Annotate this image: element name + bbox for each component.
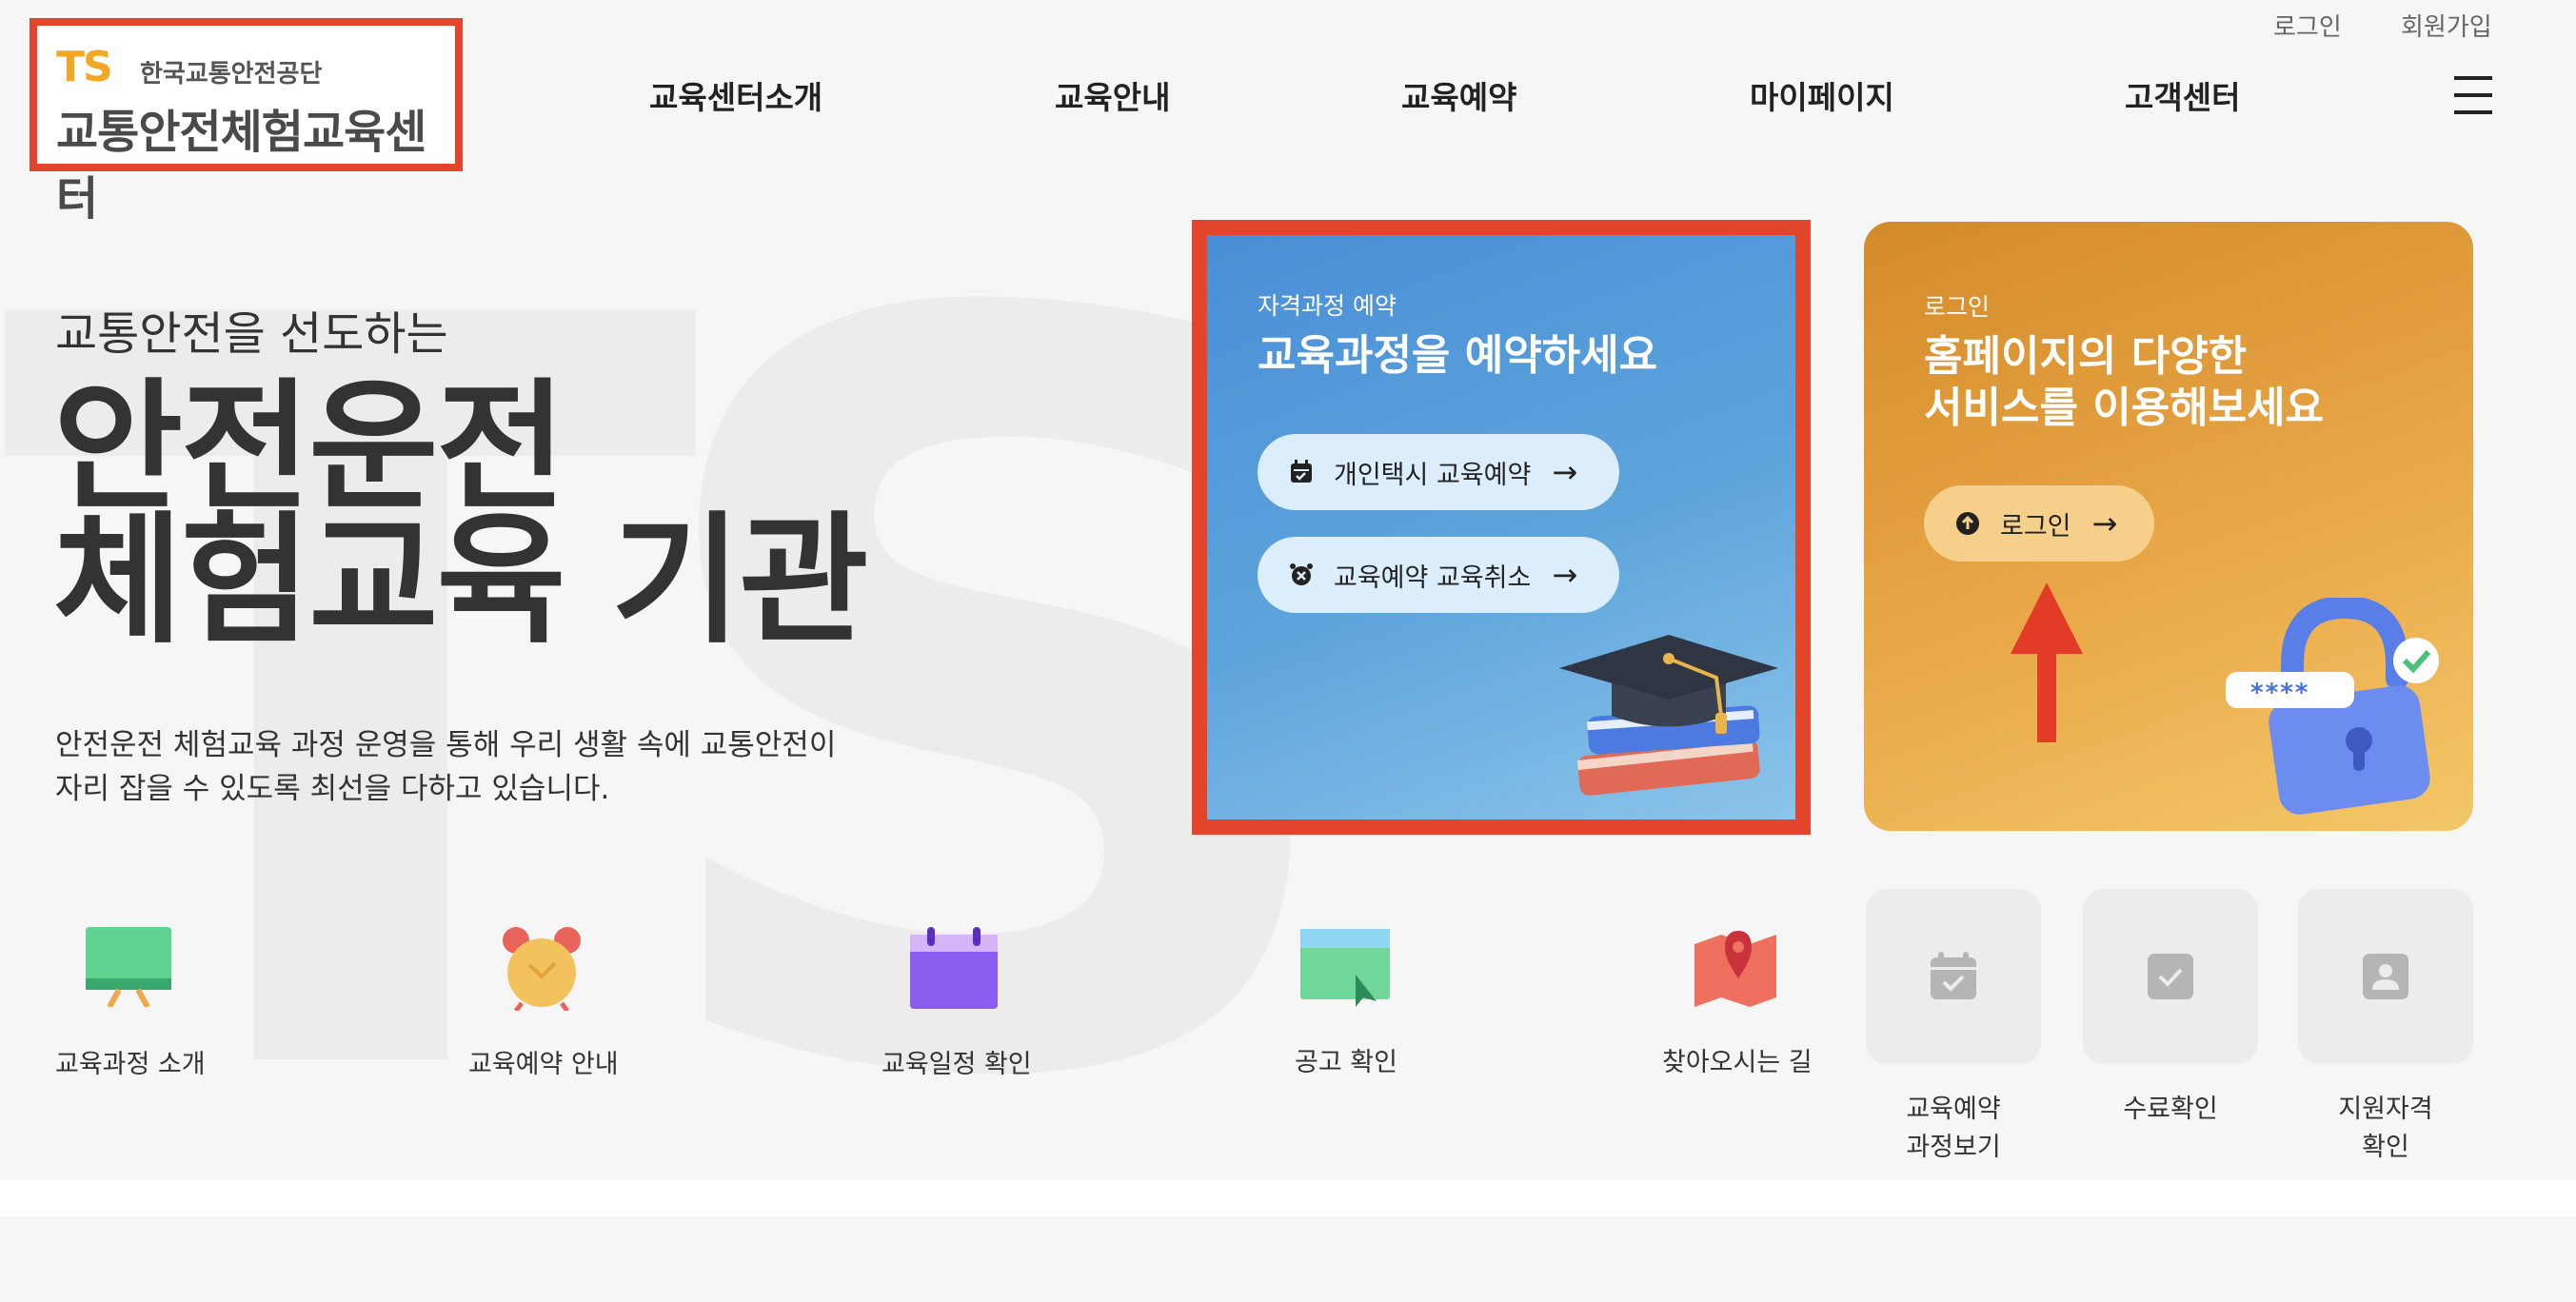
tile-course-view-label[interactable]: 교육예약 과정보기 <box>1849 1091 2058 1167</box>
graduation-cap-books-illustration <box>1559 635 1778 796</box>
logo-org-name: 한국교통안전공단 <box>140 60 323 89</box>
notice-board-icon <box>1300 929 1390 1007</box>
login-button[interactable]: 로그인 → <box>1924 485 2154 562</box>
reservation-card-heading: 교육과정을 예약하세요 <box>1258 331 1658 380</box>
arrow-up-circle-icon <box>1956 512 1979 535</box>
login-link[interactable]: 로그인 <box>2273 8 2342 43</box>
tile-eligibility-check[interactable] <box>2298 889 2473 1064</box>
padlock-illustration <box>2226 598 2439 815</box>
arrow-right-icon: → <box>1552 454 1578 490</box>
hamburger-icon[interactable] <box>2454 76 2492 116</box>
login-card-heading: 홈페이지의 다양한 서비스를 이용해보세요 <box>1924 331 2324 434</box>
login-card-heading-line2: 서비스를 이용해보세요 <box>1924 384 2325 432</box>
quick-menu-course-intro[interactable]: 교육과정 소개 <box>55 1043 206 1080</box>
taxi-reservation-button[interactable]: 개인택시 교육예약 → <box>1258 434 1619 510</box>
calendar-icon <box>1291 460 1312 483</box>
calendar-icon <box>910 927 998 1009</box>
signup-link[interactable]: 회원가입 <box>2401 8 2492 43</box>
hero-title-line2: 체험교육 기관 <box>53 499 868 662</box>
tile-course-view[interactable] <box>1866 889 2041 1064</box>
hero-description: 안전운전 체험교육 과정 운영을 통해 우리 생활 속에 교통안전이 자리 잡을… <box>55 723 836 811</box>
page-bottom-area <box>0 1180 2576 1216</box>
calendar-check-icon <box>1931 952 1976 999</box>
hero-title-line1: 안전운전 <box>53 365 566 529</box>
hero-desc-line2: 자리 잡을 수 있도록 최선을 다하고 있습니다. <box>55 772 610 806</box>
nav-item-mypage[interactable]: 마이페이지 <box>1750 72 1894 118</box>
user-card-icon <box>2363 954 2408 999</box>
arrow-right-icon: → <box>1552 557 1578 593</box>
quick-menu-schedule-check[interactable]: 교육일정 확인 <box>882 1043 1032 1080</box>
taxi-reservation-label: 개인택시 교육예약 <box>1334 460 1532 490</box>
password-mask-text: **** <box>2250 679 2310 707</box>
hero-title: 안전운전 체험교육 기관 <box>53 365 868 662</box>
annotation-arrow-icon <box>2011 582 2083 742</box>
tile-completion-check-label[interactable]: 수료확인 <box>2066 1091 2275 1129</box>
reservation-card-category: 자격과정 예약 <box>1258 292 1397 320</box>
tile-eligibility-check-label[interactable]: 지원자격 확인 <box>2281 1091 2490 1167</box>
quick-menu-directions[interactable]: 찾아오시는 길 <box>1662 1041 1813 1078</box>
map-pin-icon <box>1694 931 1776 1007</box>
hero-subtitle: 교통안전을 선도하는 <box>55 307 448 361</box>
login-card-heading-line1: 홈페이지의 다양한 <box>1924 332 2248 381</box>
reservation-card[interactable]: 자격과정 예약 교육과정을 예약하세요 개인택시 교육예약 → 교육예약 교육취… <box>1207 235 1795 819</box>
cancel-reservation-label: 교육예약 교육취소 <box>1334 562 1532 593</box>
arrow-right-icon: → <box>2091 505 2118 542</box>
nav-item-education-reservation[interactable]: 교육예약 <box>1401 72 1516 118</box>
login-button-label: 로그인 <box>2000 511 2071 542</box>
check-box-icon <box>2148 954 2193 999</box>
nav-item-customer-center[interactable]: 고객센터 <box>2125 72 2240 118</box>
alarm-clock-icon <box>503 927 581 1011</box>
hero-desc-line1: 안전운전 체험교육 과정 운영을 통해 우리 생활 속에 교통안전이 <box>55 728 837 762</box>
logo-mark: TS <box>56 43 113 91</box>
cancel-reservation-button[interactable]: 교육예약 교육취소 → <box>1258 537 1619 613</box>
whiteboard-icon <box>86 927 171 1007</box>
quick-menu-notice-check[interactable]: 공고 확인 <box>1295 1041 1397 1078</box>
alarm-clock-icon <box>1290 563 1313 585</box>
login-card-category: 로그인 <box>1924 293 1991 321</box>
tile-completion-check[interactable] <box>2083 889 2258 1064</box>
login-card[interactable]: 로그인 홈페이지의 다양한 서비스를 이용해보세요 로그인 → **** <box>1864 222 2473 831</box>
quick-menu-reservation-guide[interactable]: 교육예약 안내 <box>468 1043 619 1080</box>
